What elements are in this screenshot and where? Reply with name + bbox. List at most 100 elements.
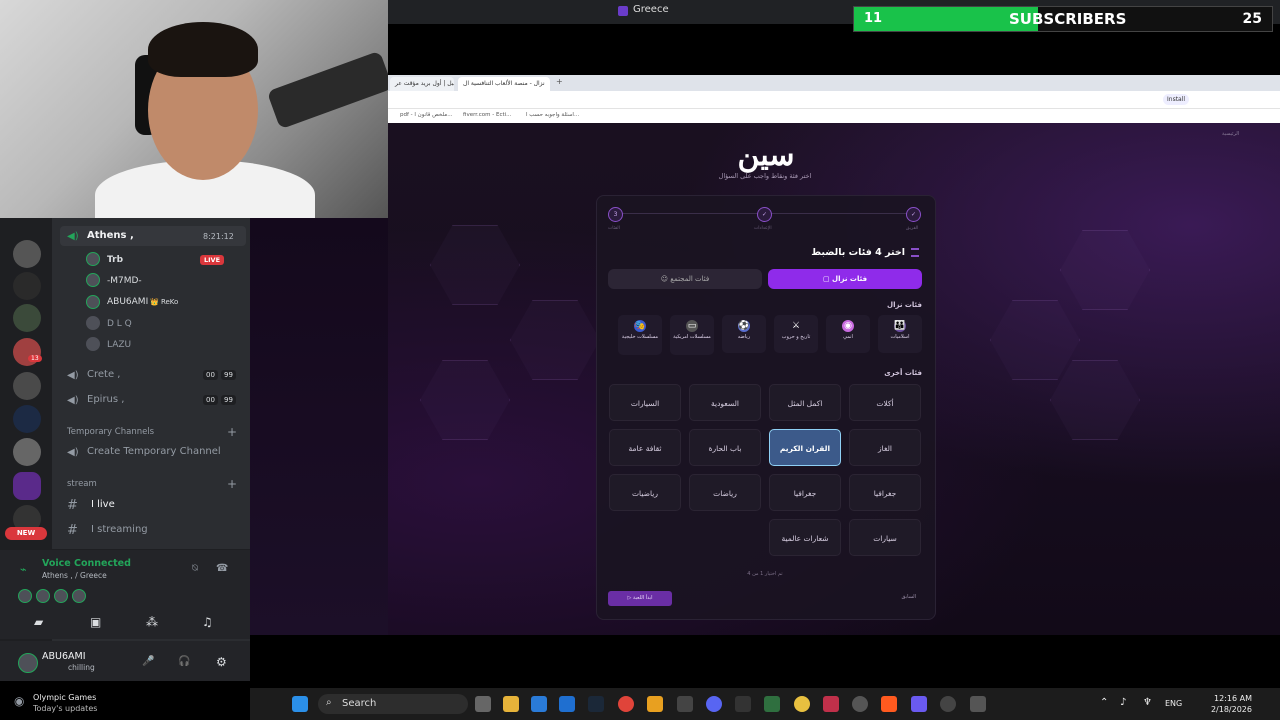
- category-button[interactable]: اكمل المثل: [769, 384, 841, 421]
- server-icon[interactable]: [13, 304, 41, 332]
- voice-user[interactable]: D L Q: [107, 319, 132, 329]
- user-avatar[interactable]: [86, 337, 100, 351]
- voice-user[interactable]: ABU6AMI: [107, 297, 148, 307]
- create-temp-channel[interactable]: Create Temporary Channel: [87, 446, 221, 457]
- brave-icon[interactable]: [881, 696, 897, 712]
- start-game-button[interactable]: ▷ ابدأ اللعبة: [608, 591, 672, 606]
- server-icon-active[interactable]: [13, 472, 41, 500]
- server-icon[interactable]: [13, 272, 41, 300]
- app-icon[interactable]: [794, 696, 810, 712]
- server-icon[interactable]: [13, 405, 41, 433]
- soundboard-icon[interactable]: ♫: [202, 615, 213, 629]
- voice-channel-name[interactable]: Crete ,: [87, 369, 120, 380]
- screen-share-icon[interactable]: ▣: [90, 615, 101, 629]
- tray-chevron-icon[interactable]: ⌃: [1100, 697, 1108, 708]
- self-username[interactable]: ABU6AMI: [42, 651, 86, 662]
- category-temporary[interactable]: Temporary Channels: [67, 427, 154, 437]
- category-button[interactable]: جغرافيا: [769, 474, 841, 511]
- noise-suppression-icon[interactable]: ⍉: [192, 563, 198, 574]
- voice-user[interactable]: -M7MD-: [107, 276, 142, 286]
- participant-avatar[interactable]: [36, 589, 50, 603]
- voice-location[interactable]: Athens , / Greece: [42, 571, 107, 580]
- voice-user[interactable]: LAZU: [107, 340, 131, 350]
- clock[interactable]: 12:16 AM 2/18/2026: [1200, 693, 1252, 715]
- server-icon[interactable]: [13, 240, 41, 268]
- camera-off-icon[interactable]: ▰: [34, 615, 43, 629]
- category-card[interactable]: ▭ مسلسلات امريكية: [670, 315, 714, 355]
- store-icon[interactable]: [531, 696, 547, 712]
- self-avatar[interactable]: [18, 653, 38, 673]
- category-card[interactable]: ⚽ رياضه: [722, 315, 766, 353]
- browser-tab-active[interactable]: نزال - منصة الألعاب التنافسية ال: [458, 77, 550, 91]
- outlook-icon[interactable]: [559, 696, 575, 712]
- voice-channel-name[interactable]: Epirus ,: [87, 394, 124, 405]
- discord-icon[interactable]: [706, 696, 722, 712]
- user-avatar[interactable]: [86, 273, 100, 287]
- server-icon[interactable]: [13, 372, 41, 400]
- browser-tab[interactable]: تهيبل | أول بريد مؤقت عر: [390, 77, 454, 91]
- steam-icon[interactable]: [588, 696, 604, 712]
- start-icon[interactable]: [292, 696, 308, 712]
- breadcrumb[interactable]: الرئيسية: [1222, 131, 1239, 137]
- text-channel[interactable]: I live: [91, 499, 115, 510]
- disconnect-icon[interactable]: ☎: [216, 563, 228, 574]
- category-button[interactable]: الغاز: [849, 429, 921, 466]
- add-channel-icon[interactable]: +: [227, 477, 237, 491]
- category-button[interactable]: باب الحارة: [689, 429, 761, 466]
- microphone-icon[interactable]: 🎤: [142, 656, 154, 667]
- category-card[interactable]: ⚔ تاريخ و حروب: [774, 315, 818, 353]
- app-icon[interactable]: [647, 696, 663, 712]
- category-button[interactable]: رياضيات: [609, 474, 681, 511]
- bookmark-item[interactable]: fiverr.com - Ecti...: [463, 112, 511, 118]
- server-icon[interactable]: [13, 438, 41, 466]
- widget-title[interactable]: Olympic Games: [33, 693, 96, 702]
- tab-nazal-categories[interactable]: ▢ فئات نزال: [768, 269, 922, 289]
- user-avatar[interactable]: [86, 295, 100, 309]
- category-button[interactable]: سيارات: [849, 519, 921, 556]
- language-indicator[interactable]: ENG: [1165, 699, 1182, 708]
- app-icon[interactable]: [735, 696, 751, 712]
- mic-tray-icon[interactable]: ♆: [1143, 697, 1152, 708]
- category-button[interactable]: ثقافة عامة: [609, 429, 681, 466]
- excel-icon[interactable]: [764, 696, 780, 712]
- file-explorer-icon[interactable]: [503, 696, 519, 712]
- taskbar-search[interactable]: Search: [318, 694, 468, 714]
- install-button[interactable]: Install: [1163, 94, 1190, 105]
- voice-channel-name[interactable]: Athens ,: [87, 230, 134, 241]
- task-view-icon[interactable]: [475, 696, 491, 712]
- participant-avatar[interactable]: [18, 589, 32, 603]
- activities-icon[interactable]: ⁂: [146, 615, 158, 629]
- app-icon[interactable]: [940, 696, 956, 712]
- category-button[interactable]: أكلات: [849, 384, 921, 421]
- category-button[interactable]: السعودية: [689, 384, 761, 421]
- category-card[interactable]: ◉ انمي: [826, 315, 870, 353]
- voice-user[interactable]: Trb: [107, 255, 123, 265]
- new-tab-icon[interactable]: +: [556, 77, 563, 86]
- user-avatar[interactable]: [86, 252, 100, 266]
- category-button-selected[interactable]: القران الكريم: [769, 429, 841, 466]
- app-icon[interactable]: [911, 696, 927, 712]
- category-button[interactable]: السيارات: [609, 384, 681, 421]
- category-stream[interactable]: stream: [67, 479, 97, 489]
- chrome-icon[interactable]: [618, 696, 634, 712]
- bookmark-item[interactable]: pdf - ملخص قانون ا...: [400, 112, 452, 118]
- category-card[interactable]: 🎭 مسلسلات خليجية: [618, 315, 662, 355]
- bookmark-item[interactable]: اسئلة واجوبه حسب ا...: [526, 112, 579, 118]
- app-icon[interactable]: [677, 696, 693, 712]
- add-channel-icon[interactable]: +: [227, 425, 237, 439]
- app-icon[interactable]: [852, 696, 868, 712]
- text-channel[interactable]: I streaming: [91, 524, 148, 535]
- volume-icon[interactable]: ♪: [1120, 697, 1126, 708]
- tab-community-categories[interactable]: ☺ فئات المجتمع: [608, 269, 762, 289]
- previous-button[interactable]: السابق: [870, 594, 916, 600]
- settings-gear-icon[interactable]: ⚙: [216, 655, 227, 669]
- category-button[interactable]: رياضات: [689, 474, 761, 511]
- category-button[interactable]: جغرافيا: [849, 474, 921, 511]
- participant-avatar[interactable]: [54, 589, 68, 603]
- headphones-icon[interactable]: 🎧: [178, 656, 190, 667]
- category-card[interactable]: 👪 اسلاميات: [878, 315, 922, 353]
- app-icon[interactable]: [970, 696, 986, 712]
- address-bar[interactable]: [388, 91, 1280, 109]
- app-icon[interactable]: [823, 696, 839, 712]
- user-avatar[interactable]: [86, 316, 100, 330]
